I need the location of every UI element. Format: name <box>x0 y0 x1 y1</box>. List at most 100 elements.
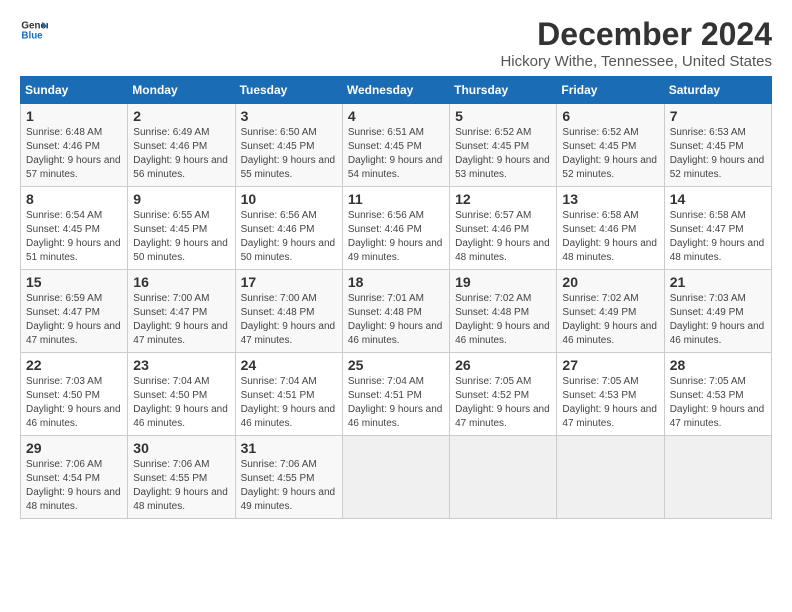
logo: General Blue <box>20 16 48 44</box>
day-number: 7 <box>670 108 766 124</box>
calendar-cell: 25 Sunrise: 7:04 AM Sunset: 4:51 PM Dayli… <box>342 353 449 436</box>
page-header: General Blue December 2024 Hickory Withe… <box>20 16 772 70</box>
day-number: 23 <box>133 357 229 373</box>
calendar-header: SundayMondayTuesdayWednesdayThursdayFrid… <box>21 77 772 104</box>
day-detail: Sunrise: 6:52 AM Sunset: 4:45 PM Dayligh… <box>455 126 551 182</box>
day-number: 19 <box>455 274 551 290</box>
header-cell-sunday: Sunday <box>21 77 128 104</box>
day-number: 31 <box>241 440 337 456</box>
day-detail: Sunrise: 6:49 AM Sunset: 4:46 PM Dayligh… <box>133 126 229 182</box>
calendar-cell: 21 Sunrise: 7:03 AM Sunset: 4:49 PM Dayli… <box>664 270 771 353</box>
day-detail: Sunrise: 7:01 AM Sunset: 4:48 PM Dayligh… <box>348 292 444 348</box>
week-row: 15 Sunrise: 6:59 AM Sunset: 4:47 PM Dayli… <box>21 270 772 353</box>
day-detail: Sunrise: 6:56 AM Sunset: 4:46 PM Dayligh… <box>241 209 337 265</box>
calendar-cell <box>557 436 664 519</box>
day-detail: Sunrise: 7:04 AM Sunset: 4:51 PM Dayligh… <box>241 375 337 431</box>
day-detail: Sunrise: 6:50 AM Sunset: 4:45 PM Dayligh… <box>241 126 337 182</box>
day-number: 3 <box>241 108 337 124</box>
calendar-cell: 9 Sunrise: 6:55 AM Sunset: 4:45 PM Daylig… <box>128 187 235 270</box>
day-detail: Sunrise: 6:53 AM Sunset: 4:45 PM Dayligh… <box>670 126 766 182</box>
calendar-cell: 26 Sunrise: 7:05 AM Sunset: 4:52 PM Dayli… <box>450 353 557 436</box>
calendar-cell: 18Sunrise: 7:01 AM Sunset: 4:48 PM Dayli… <box>342 270 449 353</box>
page-subtitle: Hickory Withe, Tennessee, United States <box>500 53 772 70</box>
day-number: 17 <box>241 274 337 290</box>
calendar-cell: 16 Sunrise: 7:00 AM Sunset: 4:47 PM Dayli… <box>128 270 235 353</box>
day-detail: Sunrise: 7:06 AM Sunset: 4:54 PM Dayligh… <box>26 458 122 514</box>
header-cell-tuesday: Tuesday <box>235 77 342 104</box>
day-detail: Sunrise: 7:04 AM Sunset: 4:51 PM Dayligh… <box>348 375 444 431</box>
week-row: 22Sunrise: 7:03 AM Sunset: 4:50 PM Dayli… <box>21 353 772 436</box>
header-cell-wednesday: Wednesday <box>342 77 449 104</box>
calendar-cell: 28Sunrise: 7:05 AM Sunset: 4:53 PM Dayli… <box>664 353 771 436</box>
day-number: 11 <box>348 191 444 207</box>
day-detail: Sunrise: 6:48 AM Sunset: 4:46 PM Dayligh… <box>26 126 122 182</box>
day-detail: Sunrise: 6:59 AM Sunset: 4:47 PM Dayligh… <box>26 292 122 348</box>
calendar-cell: 20 Sunrise: 7:02 AM Sunset: 4:49 PM Dayli… <box>557 270 664 353</box>
day-detail: Sunrise: 6:55 AM Sunset: 4:45 PM Dayligh… <box>133 209 229 265</box>
calendar-cell: 2 Sunrise: 6:49 AM Sunset: 4:46 PM Daylig… <box>128 104 235 187</box>
calendar-cell: 6Sunrise: 6:52 AM Sunset: 4:45 PM Daylig… <box>557 104 664 187</box>
calendar-cell: 4 Sunrise: 6:51 AM Sunset: 4:45 PM Daylig… <box>342 104 449 187</box>
calendar-cell: 19 Sunrise: 7:02 AM Sunset: 4:48 PM Dayli… <box>450 270 557 353</box>
day-detail: Sunrise: 7:00 AM Sunset: 4:47 PM Dayligh… <box>133 292 229 348</box>
calendar-cell: 27Sunrise: 7:05 AM Sunset: 4:53 PM Dayli… <box>557 353 664 436</box>
day-detail: Sunrise: 7:06 AM Sunset: 4:55 PM Dayligh… <box>241 458 337 514</box>
day-detail: Sunrise: 7:04 AM Sunset: 4:50 PM Dayligh… <box>133 375 229 431</box>
calendar-cell: 17 Sunrise: 7:00 AM Sunset: 4:48 PM Dayli… <box>235 270 342 353</box>
day-number: 16 <box>133 274 229 290</box>
header-row: SundayMondayTuesdayWednesdayThursdayFrid… <box>21 77 772 104</box>
calendar-cell: 23 Sunrise: 7:04 AM Sunset: 4:50 PM Dayli… <box>128 353 235 436</box>
day-number: 2 <box>133 108 229 124</box>
day-detail: Sunrise: 7:05 AM Sunset: 4:52 PM Dayligh… <box>455 375 551 431</box>
calendar-cell: 29Sunrise: 7:06 AM Sunset: 4:54 PM Dayli… <box>21 436 128 519</box>
calendar-cell: 8 Sunrise: 6:54 AM Sunset: 4:45 PM Daylig… <box>21 187 128 270</box>
header-cell-friday: Friday <box>557 77 664 104</box>
calendar-cell: 11 Sunrise: 6:56 AM Sunset: 4:46 PM Dayli… <box>342 187 449 270</box>
day-detail: Sunrise: 6:57 AM Sunset: 4:46 PM Dayligh… <box>455 209 551 265</box>
day-number: 28 <box>670 357 766 373</box>
day-number: 25 <box>348 357 444 373</box>
calendar-cell: 31 Sunrise: 7:06 AM Sunset: 4:55 PM Dayli… <box>235 436 342 519</box>
day-detail: Sunrise: 6:58 AM Sunset: 4:47 PM Dayligh… <box>670 209 766 265</box>
title-section: December 2024 Hickory Withe, Tennessee, … <box>500 16 772 70</box>
day-number: 1 <box>26 108 122 124</box>
day-detail: Sunrise: 7:02 AM Sunset: 4:49 PM Dayligh… <box>562 292 658 348</box>
day-number: 12 <box>455 191 551 207</box>
header-cell-thursday: Thursday <box>450 77 557 104</box>
day-number: 5 <box>455 108 551 124</box>
day-detail: Sunrise: 6:51 AM Sunset: 4:45 PM Dayligh… <box>348 126 444 182</box>
calendar-cell <box>664 436 771 519</box>
calendar-cell: 10Sunrise: 6:56 AM Sunset: 4:46 PM Dayli… <box>235 187 342 270</box>
week-row: 8 Sunrise: 6:54 AM Sunset: 4:45 PM Daylig… <box>21 187 772 270</box>
calendar-cell: 14Sunrise: 6:58 AM Sunset: 4:47 PM Dayli… <box>664 187 771 270</box>
calendar-cell: 1 Sunrise: 6:48 AM Sunset: 4:46 PM Daylig… <box>21 104 128 187</box>
day-number: 20 <box>562 274 658 290</box>
day-detail: Sunrise: 6:54 AM Sunset: 4:45 PM Dayligh… <box>26 209 122 265</box>
calendar-cell: 24Sunrise: 7:04 AM Sunset: 4:51 PM Dayli… <box>235 353 342 436</box>
calendar-cell: 3 Sunrise: 6:50 AM Sunset: 4:45 PM Daylig… <box>235 104 342 187</box>
day-number: 15 <box>26 274 122 290</box>
day-detail: Sunrise: 7:02 AM Sunset: 4:48 PM Dayligh… <box>455 292 551 348</box>
day-number: 9 <box>133 191 229 207</box>
day-number: 4 <box>348 108 444 124</box>
day-number: 21 <box>670 274 766 290</box>
calendar-cell: 7 Sunrise: 6:53 AM Sunset: 4:45 PM Daylig… <box>664 104 771 187</box>
calendar-cell <box>450 436 557 519</box>
day-number: 27 <box>562 357 658 373</box>
header-cell-saturday: Saturday <box>664 77 771 104</box>
day-detail: Sunrise: 6:56 AM Sunset: 4:46 PM Dayligh… <box>348 209 444 265</box>
day-detail: Sunrise: 7:00 AM Sunset: 4:48 PM Dayligh… <box>241 292 337 348</box>
svg-text:Blue: Blue <box>21 30 43 41</box>
calendar-cell <box>342 436 449 519</box>
calendar-table: SundayMondayTuesdayWednesdayThursdayFrid… <box>20 76 772 519</box>
calendar-cell: 12 Sunrise: 6:57 AM Sunset: 4:46 PM Dayli… <box>450 187 557 270</box>
day-detail: Sunrise: 6:58 AM Sunset: 4:46 PM Dayligh… <box>562 209 658 265</box>
day-detail: Sunrise: 7:06 AM Sunset: 4:55 PM Dayligh… <box>133 458 229 514</box>
day-number: 26 <box>455 357 551 373</box>
day-detail: Sunrise: 7:03 AM Sunset: 4:49 PM Dayligh… <box>670 292 766 348</box>
calendar-body: 1 Sunrise: 6:48 AM Sunset: 4:46 PM Daylig… <box>21 104 772 519</box>
day-number: 8 <box>26 191 122 207</box>
day-number: 22 <box>26 357 122 373</box>
calendar-cell: 5 Sunrise: 6:52 AM Sunset: 4:45 PM Daylig… <box>450 104 557 187</box>
calendar-cell: 22Sunrise: 7:03 AM Sunset: 4:50 PM Dayli… <box>21 353 128 436</box>
